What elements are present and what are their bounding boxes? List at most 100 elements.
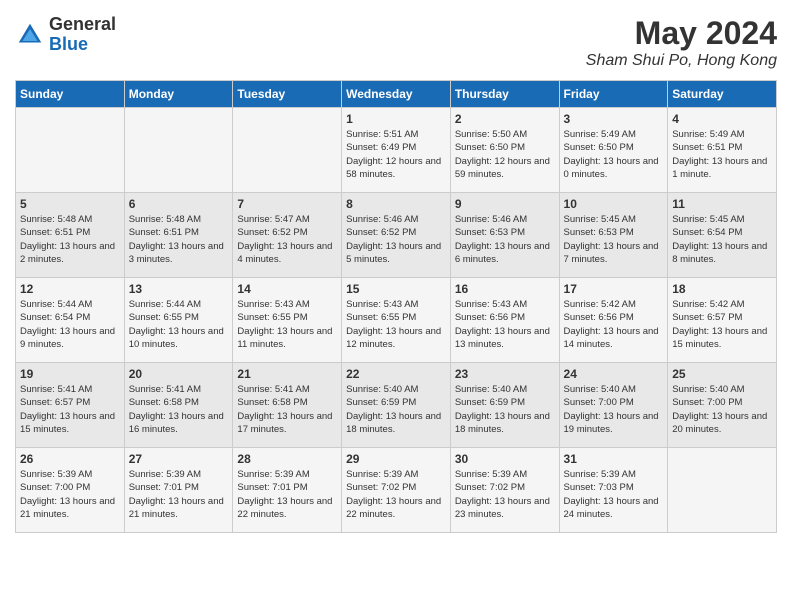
day-info: Sunrise: 5:45 AM Sunset: 6:53 PM Dayligh…	[564, 213, 664, 266]
week-row-2: 12 Sunrise: 5:44 AM Sunset: 6:54 PM Dayli…	[16, 278, 777, 363]
calendar-cell: 13 Sunrise: 5:44 AM Sunset: 6:55 PM Dayli…	[124, 278, 233, 363]
calendar-cell: 12 Sunrise: 5:44 AM Sunset: 6:54 PM Dayli…	[16, 278, 125, 363]
day-number: 24	[564, 367, 664, 381]
week-row-1: 5 Sunrise: 5:48 AM Sunset: 6:51 PM Daylig…	[16, 193, 777, 278]
day-number: 12	[20, 282, 120, 296]
day-info: Sunrise: 5:47 AM Sunset: 6:52 PM Dayligh…	[237, 213, 337, 266]
day-info: Sunrise: 5:44 AM Sunset: 6:54 PM Dayligh…	[20, 298, 120, 351]
day-info: Sunrise: 5:49 AM Sunset: 6:50 PM Dayligh…	[564, 128, 664, 181]
day-info: Sunrise: 5:39 AM Sunset: 7:01 PM Dayligh…	[237, 468, 337, 521]
day-number: 4	[672, 112, 772, 126]
day-number: 18	[672, 282, 772, 296]
day-info: Sunrise: 5:39 AM Sunset: 7:00 PM Dayligh…	[20, 468, 120, 521]
day-info: Sunrise: 5:40 AM Sunset: 7:00 PM Dayligh…	[672, 383, 772, 436]
day-number: 27	[129, 452, 229, 466]
week-row-4: 26 Sunrise: 5:39 AM Sunset: 7:00 PM Dayli…	[16, 448, 777, 533]
page-header: General Blue May 2024 Sham Shui Po, Hong…	[15, 15, 777, 70]
day-number: 9	[455, 197, 555, 211]
calendar-cell	[668, 448, 777, 533]
calendar-cell: 6Sunrise: 5:48 AM Sunset: 6:51 PM Daylig…	[124, 193, 233, 278]
logo-text: General Blue	[49, 15, 116, 55]
day-header-saturday: Saturday	[668, 81, 777, 108]
day-number: 26	[20, 452, 120, 466]
day-info: Sunrise: 5:44 AM Sunset: 6:55 PM Dayligh…	[129, 298, 229, 351]
day-number: 2	[455, 112, 555, 126]
calendar-cell: 25 Sunrise: 5:40 AM Sunset: 7:00 PM Dayli…	[668, 363, 777, 448]
day-info: Sunrise: 5:51 AM Sunset: 6:49 PM Dayligh…	[346, 128, 446, 181]
day-info: Sunrise: 5:40 AM Sunset: 6:59 PM Dayligh…	[455, 383, 555, 436]
day-number: 3	[564, 112, 664, 126]
day-number: 13	[129, 282, 229, 296]
day-info: Sunrise: 5:41 AM Sunset: 6:58 PM Dayligh…	[129, 383, 229, 436]
day-header-monday: Monday	[124, 81, 233, 108]
day-number: 23	[455, 367, 555, 381]
day-number: 5	[20, 197, 120, 211]
day-number: 15	[346, 282, 446, 296]
day-number: 29	[346, 452, 446, 466]
day-info: Sunrise: 5:39 AM Sunset: 7:01 PM Dayligh…	[129, 468, 229, 521]
day-info: Sunrise: 5:39 AM Sunset: 7:02 PM Dayligh…	[346, 468, 446, 521]
day-info: Sunrise: 5:39 AM Sunset: 7:02 PM Dayligh…	[455, 468, 555, 521]
calendar-cell: 22Sunrise: 5:40 AM Sunset: 6:59 PM Dayli…	[342, 363, 451, 448]
day-info: Sunrise: 5:46 AM Sunset: 6:53 PM Dayligh…	[455, 213, 555, 266]
day-info: Sunrise: 5:40 AM Sunset: 6:59 PM Dayligh…	[346, 383, 446, 436]
calendar-cell: 24Sunrise: 5:40 AM Sunset: 7:00 PM Dayli…	[559, 363, 668, 448]
day-info: Sunrise: 5:48 AM Sunset: 6:51 PM Dayligh…	[20, 213, 120, 266]
calendar-cell: 27 Sunrise: 5:39 AM Sunset: 7:01 PM Dayli…	[124, 448, 233, 533]
day-number: 19	[20, 367, 120, 381]
day-number: 17	[564, 282, 664, 296]
calendar-cell: 9 Sunrise: 5:46 AM Sunset: 6:53 PM Daylig…	[450, 193, 559, 278]
calendar-cell: 5 Sunrise: 5:48 AM Sunset: 6:51 PM Daylig…	[16, 193, 125, 278]
calendar-cell: 16 Sunrise: 5:43 AM Sunset: 6:56 PM Dayli…	[450, 278, 559, 363]
day-number: 1	[346, 112, 446, 126]
calendar-cell: 29 Sunrise: 5:39 AM Sunset: 7:02 PM Dayli…	[342, 448, 451, 533]
calendar-cell: 23 Sunrise: 5:40 AM Sunset: 6:59 PM Dayli…	[450, 363, 559, 448]
day-info: Sunrise: 5:46 AM Sunset: 6:52 PM Dayligh…	[346, 213, 446, 266]
calendar-cell: 19 Sunrise: 5:41 AM Sunset: 6:57 PM Dayli…	[16, 363, 125, 448]
day-number: 31	[564, 452, 664, 466]
day-info: Sunrise: 5:41 AM Sunset: 6:58 PM Dayligh…	[237, 383, 337, 436]
day-number: 21	[237, 367, 337, 381]
calendar-cell: 11 Sunrise: 5:45 AM Sunset: 6:54 PM Dayli…	[668, 193, 777, 278]
day-number: 11	[672, 197, 772, 211]
calendar-cell: 20 Sunrise: 5:41 AM Sunset: 6:58 PM Dayli…	[124, 363, 233, 448]
day-info: Sunrise: 5:42 AM Sunset: 6:56 PM Dayligh…	[564, 298, 664, 351]
day-info: Sunrise: 5:43 AM Sunset: 6:55 PM Dayligh…	[346, 298, 446, 351]
calendar-table: SundayMondayTuesdayWednesdayThursdayFrid…	[15, 80, 777, 533]
day-number: 6	[129, 197, 229, 211]
month-title: May 2024	[586, 15, 777, 52]
calendar-cell: 17 Sunrise: 5:42 AM Sunset: 6:56 PM Dayli…	[559, 278, 668, 363]
calendar-cell: 28 Sunrise: 5:39 AM Sunset: 7:01 PM Dayli…	[233, 448, 342, 533]
calendar-cell: 26 Sunrise: 5:39 AM Sunset: 7:00 PM Dayli…	[16, 448, 125, 533]
logo-general: General	[49, 15, 116, 35]
calendar-cell: 2 Sunrise: 5:50 AM Sunset: 6:50 PM Daylig…	[450, 108, 559, 193]
logo-icon	[15, 20, 45, 50]
calendar-cell	[16, 108, 125, 193]
calendar-cell: 21 Sunrise: 5:41 AM Sunset: 6:58 PM Dayli…	[233, 363, 342, 448]
title-block: May 2024 Sham Shui Po, Hong Kong	[586, 15, 777, 70]
day-number: 8	[346, 197, 446, 211]
day-info: Sunrise: 5:43 AM Sunset: 6:56 PM Dayligh…	[455, 298, 555, 351]
calendar-cell: 8 Sunrise: 5:46 AM Sunset: 6:52 PM Daylig…	[342, 193, 451, 278]
calendar-cell: 31 Sunrise: 5:39 AM Sunset: 7:03 PM Dayli…	[559, 448, 668, 533]
day-info: Sunrise: 5:41 AM Sunset: 6:57 PM Dayligh…	[20, 383, 120, 436]
calendar-cell: 14Sunrise: 5:43 AM Sunset: 6:55 PM Dayli…	[233, 278, 342, 363]
day-number: 16	[455, 282, 555, 296]
day-number: 25	[672, 367, 772, 381]
calendar-cell: 15 Sunrise: 5:43 AM Sunset: 6:55 PM Dayli…	[342, 278, 451, 363]
day-number: 28	[237, 452, 337, 466]
week-row-3: 19 Sunrise: 5:41 AM Sunset: 6:57 PM Dayli…	[16, 363, 777, 448]
day-info: Sunrise: 5:45 AM Sunset: 6:54 PM Dayligh…	[672, 213, 772, 266]
calendar-cell: 1 Sunrise: 5:51 AM Sunset: 6:49 PM Daylig…	[342, 108, 451, 193]
calendar-cell: 10Sunrise: 5:45 AM Sunset: 6:53 PM Dayli…	[559, 193, 668, 278]
day-info: Sunrise: 5:49 AM Sunset: 6:51 PM Dayligh…	[672, 128, 772, 181]
day-info: Sunrise: 5:50 AM Sunset: 6:50 PM Dayligh…	[455, 128, 555, 181]
day-number: 20	[129, 367, 229, 381]
calendar-cell	[233, 108, 342, 193]
week-row-0: 1 Sunrise: 5:51 AM Sunset: 6:49 PM Daylig…	[16, 108, 777, 193]
logo-blue: Blue	[49, 35, 116, 55]
day-info: Sunrise: 5:39 AM Sunset: 7:03 PM Dayligh…	[564, 468, 664, 521]
calendar-cell: 7Sunrise: 5:47 AM Sunset: 6:52 PM Daylig…	[233, 193, 342, 278]
day-header-row: SundayMondayTuesdayWednesdayThursdayFrid…	[16, 81, 777, 108]
calendar-cell: 4 Sunrise: 5:49 AM Sunset: 6:51 PM Daylig…	[668, 108, 777, 193]
